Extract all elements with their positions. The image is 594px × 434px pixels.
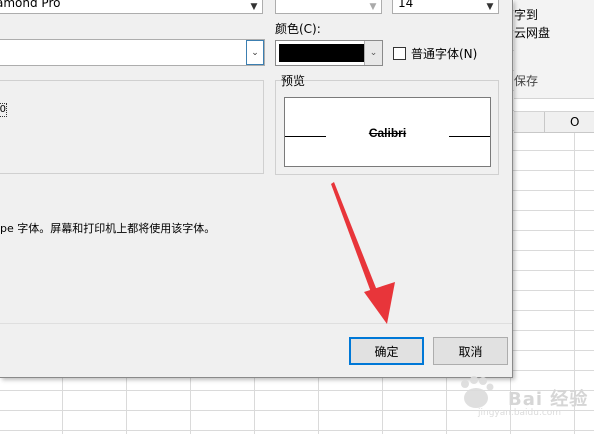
watermark-url: jingyan.baidu.com xyxy=(478,408,562,418)
arrow-shaft xyxy=(331,182,378,295)
red-arrow-annotation-icon xyxy=(331,182,395,324)
arrow-head xyxy=(364,282,395,324)
